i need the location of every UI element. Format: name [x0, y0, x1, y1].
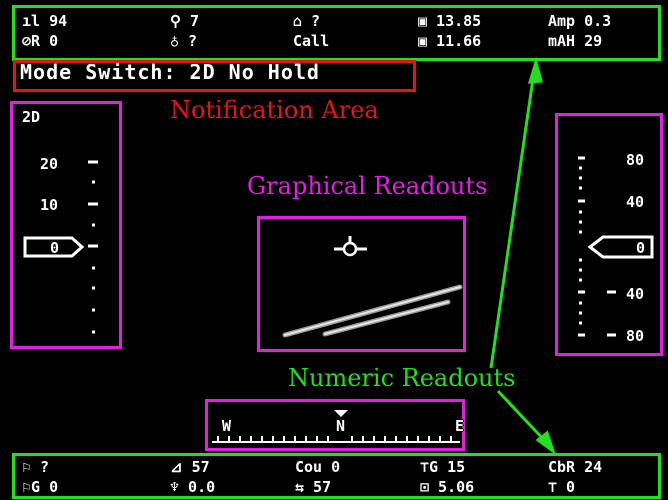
artificial-horizon-line	[282, 284, 463, 338]
right-tape-pointer-box	[587, 235, 654, 259]
left-tape-pointer-box	[23, 236, 85, 258]
osd-graphics-layer	[23, 56, 654, 455]
numeric-readouts-arrows	[489, 56, 556, 455]
aircraft-reference-icon	[334, 236, 367, 257]
left-tape-scale	[88, 160, 98, 334]
right-tape-scale	[578, 156, 616, 337]
arrow-head-up-icon	[527, 56, 543, 84]
arrow-to-top-readouts	[489, 71, 536, 369]
arrow-to-bottom-readouts	[496, 389, 548, 444]
compass-heading-marker-icon	[334, 410, 348, 417]
